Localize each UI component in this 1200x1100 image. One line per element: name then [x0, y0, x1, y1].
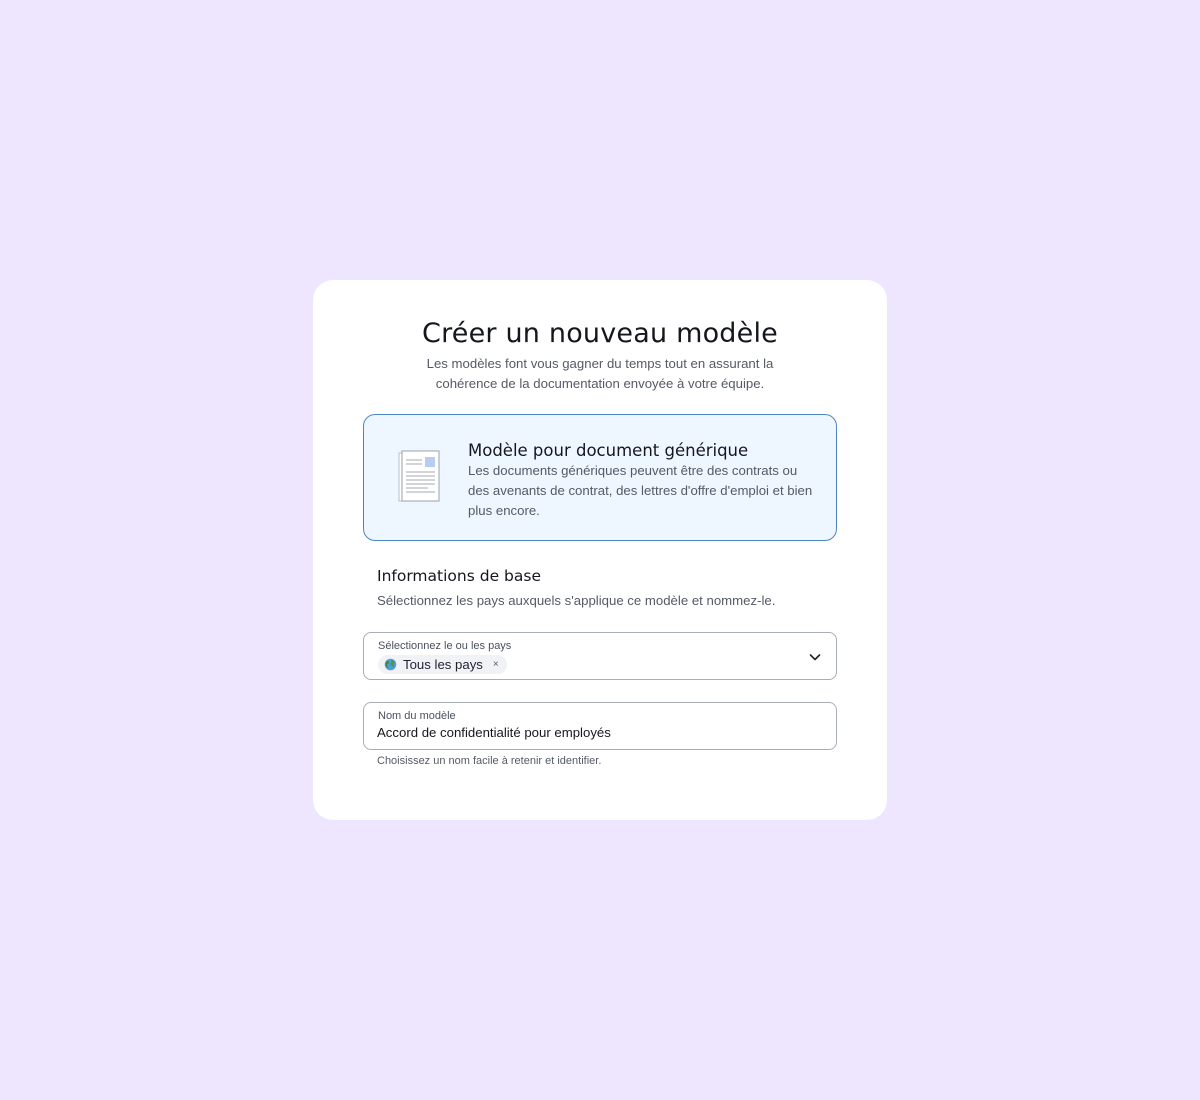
- basic-info-description: Sélectionnez les pays auxquels s'appliqu…: [377, 593, 776, 608]
- template-name-helper: Choisissez un nom facile à retenir et id…: [377, 755, 602, 767]
- template-name-label: Nom du modèle: [378, 710, 456, 722]
- chevron-down-icon[interactable]: [808, 650, 822, 664]
- template-option-description: Les documents génériques peuvent être de…: [468, 463, 813, 518]
- template-name-field[interactable]: Nom du modèle: [363, 702, 837, 750]
- document-icon: [398, 450, 440, 502]
- country-select[interactable]: Sélectionnez le ou les pays Tous les pay…: [363, 632, 837, 680]
- country-select-label: Sélectionnez le ou les pays: [378, 640, 512, 652]
- template-name-input[interactable]: [377, 725, 817, 740]
- dialog-subtitle: Les modèles font vous gagner du temps to…: [426, 356, 774, 391]
- basic-info-title: Informations de base: [377, 567, 541, 585]
- country-chip: Tous les pays ×: [378, 655, 507, 674]
- template-option-title: Modèle pour document générique: [468, 441, 749, 460]
- create-template-dialog: Créer un nouveau modèle Les modèles font…: [313, 280, 887, 820]
- chip-remove-icon[interactable]: ×: [493, 659, 499, 670]
- dialog-title: Créer un nouveau modèle: [422, 318, 778, 349]
- country-chip-label: Tous les pays: [403, 657, 483, 672]
- generic-document-template-option[interactable]: Modèle pour document générique Les docum…: [363, 414, 837, 541]
- globe-icon: [384, 658, 397, 671]
